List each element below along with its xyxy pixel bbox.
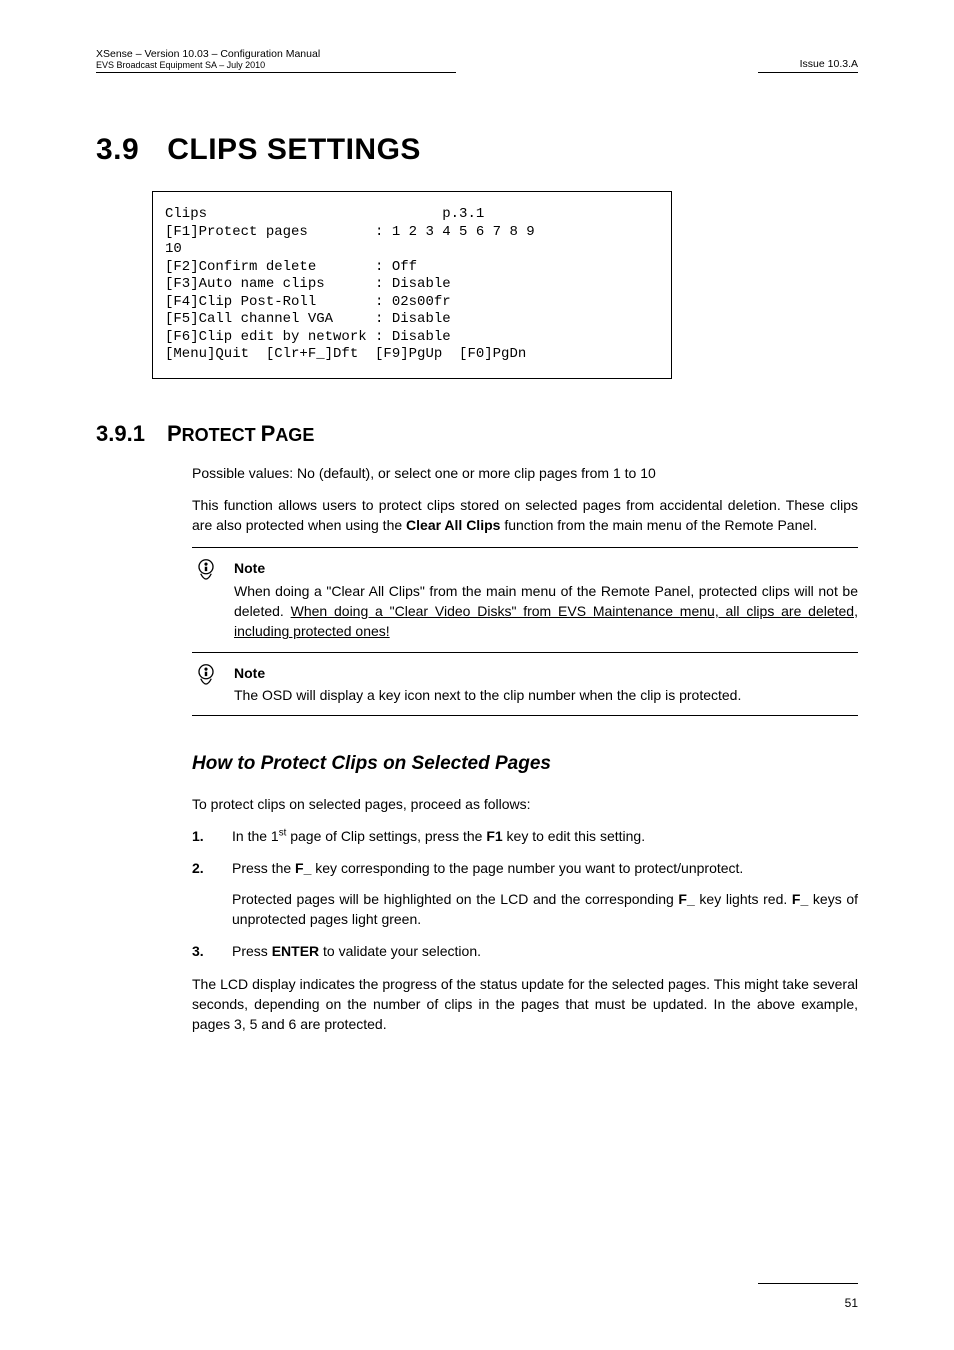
note-2-text: The OSD will display a key icon next to … <box>234 685 858 705</box>
step-1-b: page of Clip settings, press the <box>286 828 486 844</box>
section-heading: 3.9 CLIPS SETTINGS <box>96 133 858 167</box>
howto-heading: How to Protect Clips on Selected Pages <box>192 750 858 778</box>
step-2-body: Press the F_ key corresponding to the pa… <box>232 858 858 929</box>
header-right-block: Issue 10.3.A <box>758 58 858 73</box>
para2-bold: Clear All Clips <box>406 517 500 533</box>
step-1-key: F1 <box>486 828 502 844</box>
note-1-label: Note <box>234 558 858 578</box>
body: Possible values: No (default), or select… <box>192 463 858 1035</box>
subsection-heading: 3.9.1PROTECT PAGE <box>96 421 858 447</box>
step-2-p1key: F_ <box>295 860 311 876</box>
step-2-p2a: Protected pages will be highlighted on t… <box>232 891 678 907</box>
closing-paragraph: The LCD display indicates the progress o… <box>192 974 858 1035</box>
header-issue: Issue 10.3.A <box>758 58 858 70</box>
page-number: 51 <box>845 1296 858 1310</box>
note-2-label: Note <box>234 663 858 683</box>
step-2-p2b: key lights red. <box>695 891 792 907</box>
note-1-text: When doing a "Clear All Clips" from the … <box>234 581 858 642</box>
step-3-b: to validate your selection. <box>319 943 481 959</box>
subsection-word2-rest: AGE <box>275 425 314 445</box>
note-separator-bottom <box>192 715 858 716</box>
note-icon <box>192 663 220 691</box>
paragraph-function-desc: This function allows users to protect cl… <box>192 495 858 536</box>
note-1: Note When doing a "Clear All Clips" from… <box>192 558 858 641</box>
header-subtitle: EVS Broadcast Equipment SA – July 2010 <box>96 60 456 70</box>
terminal-block: Clips p.3.1 [F1]Protect pages : 1 2 3 4 … <box>152 191 672 379</box>
note-2-body: Note The OSD will display a key icon nex… <box>234 663 858 706</box>
step-2: 2. Press the F_ key corresponding to the… <box>192 858 858 929</box>
step-2-p2key2: F_ <box>792 891 808 907</box>
step-1: 1. In the 1st page of Clip settings, pre… <box>192 826 858 846</box>
page-header: XSense – Version 10.03 – Configuration M… <box>96 48 858 73</box>
note-icon <box>192 558 220 586</box>
step-1-a: In the 1 <box>232 828 279 844</box>
step-3-body: Press ENTER to validate your selection. <box>232 941 858 961</box>
note-separator-top <box>192 547 858 548</box>
step-1-c: key to edit this setting. <box>503 828 645 844</box>
header-left: XSense – Version 10.03 – Configuration M… <box>96 48 456 73</box>
step-3: 3. Press ENTER to validate your selectio… <box>192 941 858 961</box>
step-1-marker: 1. <box>192 826 232 846</box>
subsection-title: PROTECT PAGE <box>167 421 314 446</box>
note-2: Note The OSD will display a key icon nex… <box>192 663 858 706</box>
subsection-number: 3.9.1 <box>96 421 145 447</box>
para2-part-c: function from the main menu of the Remot… <box>500 517 817 533</box>
step-2-p2key1: F_ <box>678 891 694 907</box>
section-title-text: CLIPS SETTINGS <box>167 133 421 166</box>
page: XSense – Version 10.03 – Configuration M… <box>0 0 954 1350</box>
step-2-p1b: key corresponding to the page number you… <box>311 860 743 876</box>
header-title: XSense – Version 10.03 – Configuration M… <box>96 48 456 60</box>
header-rule-right <box>758 72 858 73</box>
subsection-word2-cap: P <box>261 421 276 446</box>
steps-list: 1. In the 1st page of Clip settings, pre… <box>192 826 858 961</box>
step-2-marker: 2. <box>192 858 232 929</box>
paragraph-possible-values: Possible values: No (default), or select… <box>192 463 858 483</box>
step-3-a: Press <box>232 943 272 959</box>
step-2-p1a: Press the <box>232 860 295 876</box>
howto-intro: To protect clips on selected pages, proc… <box>192 794 858 814</box>
step-3-marker: 3. <box>192 941 232 961</box>
step-1-body: In the 1st page of Clip settings, press … <box>232 826 858 846</box>
header-rule-left <box>96 72 456 73</box>
note-1-text-underline: When doing a "Clear Video Disks" from EV… <box>234 603 858 639</box>
subsection-word1-cap: P <box>167 421 182 446</box>
note-separator-mid <box>192 652 858 653</box>
footer-rule <box>758 1283 858 1284</box>
subsection-word1-rest: ROTECT <box>182 425 261 445</box>
step-3-key: ENTER <box>272 943 319 959</box>
section-number: 3.9 <box>96 133 139 167</box>
note-1-body: Note When doing a "Clear All Clips" from… <box>234 558 858 641</box>
